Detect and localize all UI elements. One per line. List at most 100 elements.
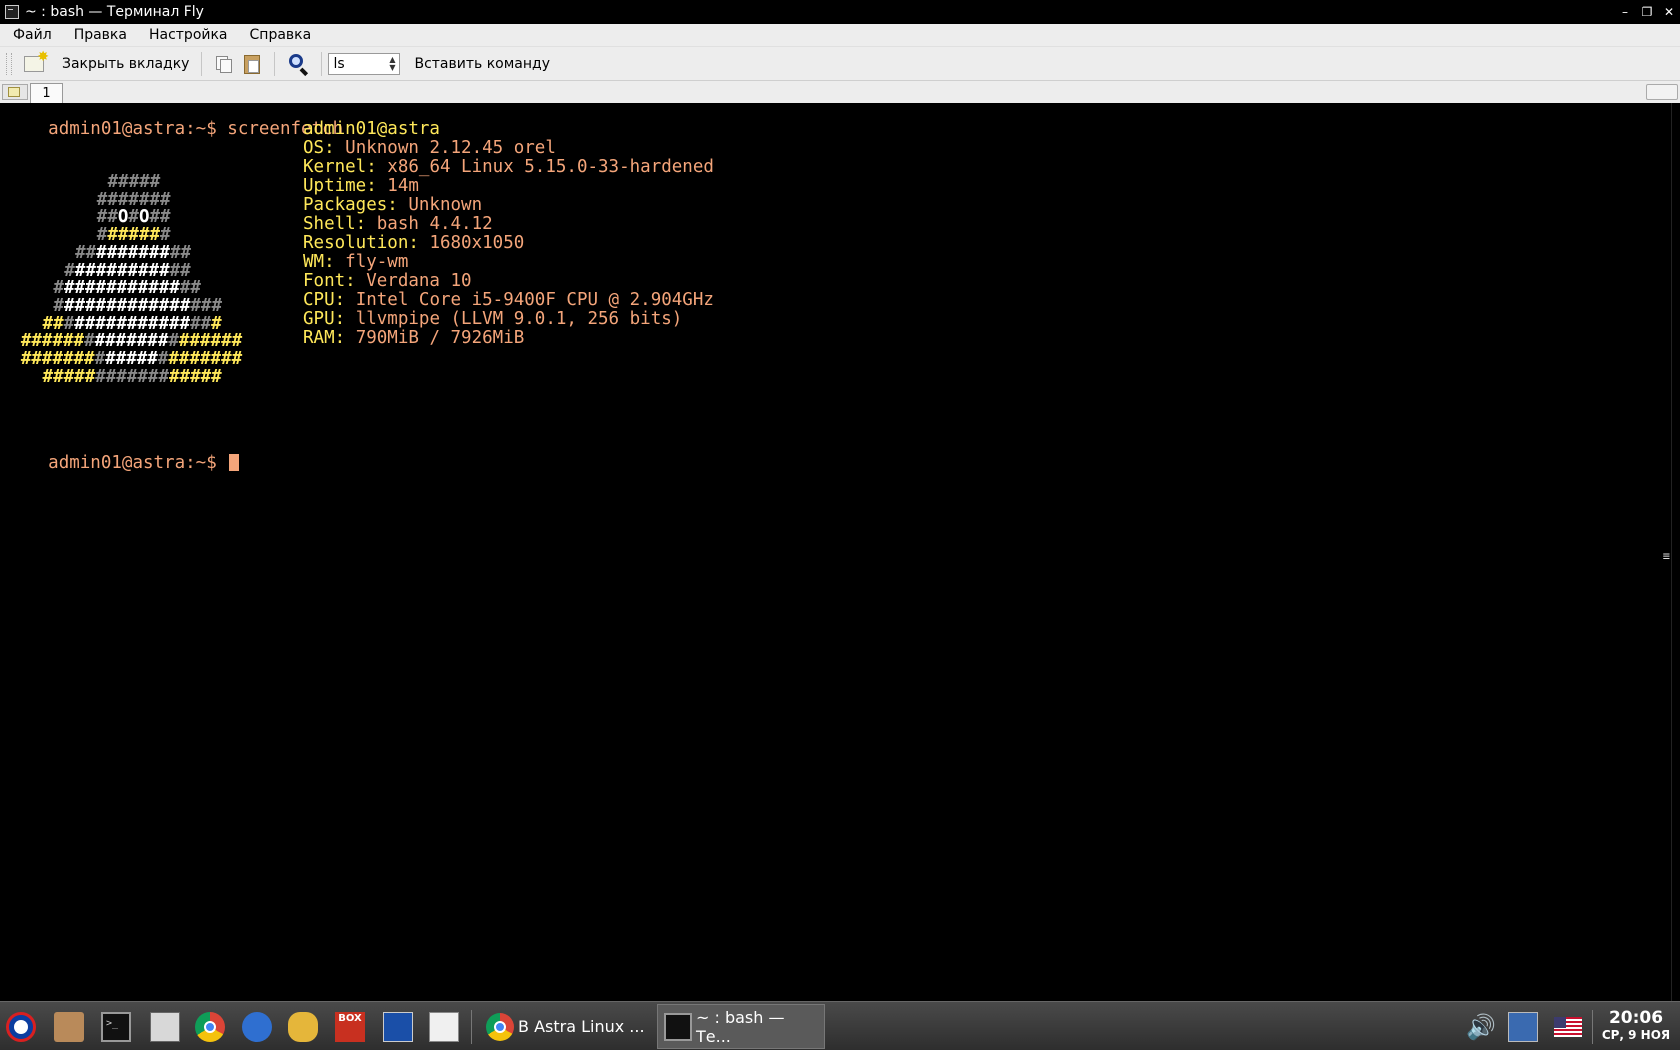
terminal-icon	[664, 1012, 692, 1041]
info-line: Shell: bash 4.4.12	[303, 215, 493, 234]
info-key: Shell:	[303, 214, 377, 234]
scrollbar-track[interactable]	[1671, 103, 1672, 1001]
logo-segment: #####	[169, 366, 222, 387]
chrome-icon[interactable]	[195, 1012, 225, 1042]
menu-settings[interactable]: Настройка	[136, 27, 237, 43]
minimize-button[interactable]: –	[1614, 5, 1636, 19]
info-key: Kernel:	[303, 157, 388, 177]
new-tab-button[interactable]	[2, 84, 28, 100]
info-key: CPU:	[303, 290, 356, 310]
info-value: 790MiB / 7926MiB	[355, 328, 525, 348]
info-line: RAM: 790MiB / 7926MiB	[303, 329, 524, 348]
menu-bar: Файл Правка Настройка Справка	[0, 24, 1680, 47]
tab-1[interactable]: 1	[30, 83, 63, 103]
archive-icon[interactable]	[150, 1012, 180, 1042]
network-icon[interactable]	[1508, 1012, 1538, 1042]
text-cursor	[229, 454, 240, 471]
info-key: WM:	[303, 252, 346, 272]
box-app-icon[interactable]: BOX	[335, 1012, 365, 1042]
command-select[interactable]: ls ▲ ▼	[328, 52, 401, 75]
window-titlebar: ~ : bash — Терминал Fly – ❐ ✕	[0, 0, 1680, 24]
toolbar: Закрыть вкладку ls ▲▼ Вставить команду	[0, 47, 1680, 81]
insert-command-label: Вставить команду	[414, 55, 550, 72]
close-tab-button[interactable]: Закрыть вкладку	[20, 49, 193, 78]
task-browser-label: В Astra Linux ...	[518, 1017, 645, 1036]
close-tab-label: Закрыть вкладку	[62, 55, 190, 72]
task-browser[interactable]: В Astra Linux ...	[480, 1004, 652, 1049]
info-line: Uptime: 14m	[303, 177, 419, 196]
menu-file[interactable]: Файл	[0, 27, 61, 43]
maximize-button[interactable]: ❐	[1636, 5, 1658, 19]
close-button[interactable]: ✕	[1658, 5, 1680, 19]
tray-separator	[1592, 1010, 1593, 1044]
spin-arrows-icon: ▲ ▼	[389, 54, 396, 72]
info-value: admin01@astra	[303, 119, 440, 139]
taskbar-separator	[471, 1010, 472, 1044]
menu-edit[interactable]: Правка	[61, 27, 136, 43]
chrome-icon	[486, 1012, 514, 1041]
keyboard-layout-flag-icon[interactable]	[1554, 1017, 1582, 1037]
toolbar-separator	[201, 51, 203, 76]
prompt: admin01@astra:~$	[48, 119, 228, 139]
prompt: admin01@astra:~$	[48, 453, 228, 473]
volume-icon[interactable]: 🔊	[1466, 1012, 1496, 1042]
copy-button[interactable]	[210, 50, 238, 78]
scrollbar-handle-icon[interactable]: ≡	[1663, 547, 1670, 566]
info-line: Resolution: 1680x1050	[303, 234, 524, 253]
paste-icon	[242, 53, 262, 75]
info-value: 1680x1050	[429, 233, 525, 253]
info-line: GPU: llvmpipe (LLVM 9.0.1, 256 bits)	[303, 310, 682, 329]
calculator-icon[interactable]	[383, 1012, 413, 1042]
taskbar: BOX В Astra Linux ... ~ : bash — Те... 🔊…	[0, 1001, 1680, 1050]
info-line: admin01@astra	[303, 120, 440, 139]
info-value: Intel Core i5-9400F CPU @ 2.904GHz	[355, 290, 714, 310]
toolbar-separator	[274, 51, 276, 76]
clock[interactable]: 20:06 СР, 9 НОЯ	[1596, 1009, 1676, 1043]
menu-help[interactable]: Справка	[237, 27, 321, 43]
info-key: OS:	[303, 138, 346, 158]
logo-segment: #####	[42, 366, 96, 387]
file-manager-icon[interactable]	[54, 1012, 84, 1042]
terminal-output[interactable]: admin01@astra:~$ screenfetch ##### ######…	[0, 103, 1672, 1001]
info-line: WM: fly-wm	[303, 253, 408, 272]
tab-bar: 1	[0, 81, 1680, 103]
search-icon	[287, 53, 309, 76]
tab-list-button[interactable]	[1646, 84, 1678, 100]
task-terminal[interactable]: ~ : bash — Те...	[657, 1004, 825, 1049]
info-line: Font: Verdana 10	[303, 272, 472, 291]
command-line: admin01@astra:~$ screenfetch	[6, 101, 343, 158]
info-key: RAM:	[303, 328, 356, 348]
mail-client-icon[interactable]	[242, 1012, 272, 1042]
dictionary-icon[interactable]	[429, 1012, 459, 1042]
info-line: OS: Unknown 2.12.45 orel	[303, 139, 556, 158]
toolbar-separator	[321, 51, 323, 76]
info-key: Resolution:	[303, 233, 430, 253]
info-key: Font:	[303, 271, 367, 291]
info-line: Kernel: x86_64 Linux 5.15.0-33-hardened	[303, 158, 714, 177]
logo-line: #################	[42, 366, 222, 387]
game-icon[interactable]	[288, 1012, 318, 1042]
info-value: fly-wm	[345, 252, 409, 272]
insert-command-button[interactable]: Вставить команду	[410, 50, 554, 78]
clock-date: СР, 9 НОЯ	[1601, 1028, 1671, 1042]
info-key: Uptime:	[303, 176, 388, 196]
info-key: GPU:	[303, 309, 356, 329]
info-value: llvmpipe (LLVM 9.0.1, 256 bits)	[355, 309, 683, 329]
info-value: bash 4.4.12	[376, 214, 493, 234]
command-select-value: ls	[333, 55, 345, 72]
info-value: Unknown	[408, 195, 483, 215]
terminal-launcher-icon[interactable]	[101, 1012, 131, 1042]
info-line: Packages: Unknown	[303, 196, 482, 215]
paste-button[interactable]	[238, 50, 266, 78]
info-value: 14m	[387, 176, 419, 196]
info-line: CPU: Intel Core i5-9400F CPU @ 2.904GHz	[303, 291, 714, 310]
clock-time: 20:06	[1608, 1008, 1664, 1028]
info-value: Verdana 10	[366, 271, 472, 291]
search-button[interactable]	[283, 50, 313, 78]
terminal-app-icon	[5, 5, 19, 19]
task-terminal-label: ~ : bash — Те...	[696, 1007, 785, 1046]
current-prompt-line: admin01@astra:~$	[6, 435, 240, 492]
toolbar-grip[interactable]	[6, 52, 12, 75]
start-menu-icon[interactable]	[6, 1012, 36, 1042]
info-value: x86_64 Linux 5.15.0-33-hardened	[387, 157, 714, 177]
